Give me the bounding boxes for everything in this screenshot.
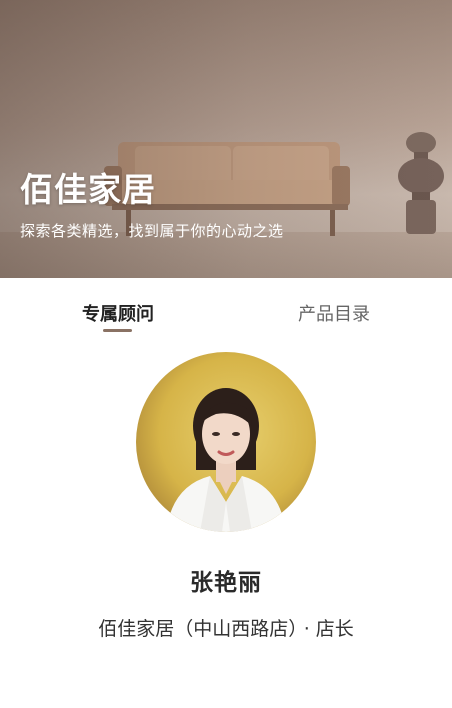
brand-tagline: 探索各类精选，找到属于你的心动之选: [20, 222, 284, 240]
tab-product-catalog[interactable]: 产品目录: [295, 300, 373, 326]
tab-consultant[interactable]: 专属顾问: [79, 300, 157, 326]
active-tab-indicator: [103, 329, 132, 332]
consultant-store-title: 佰佳家居（中山西路店） · 店长: [0, 614, 452, 641]
brand-title: 佰佳家居: [20, 170, 156, 209]
hero-banner: 佰佳家居 探索各类精选，找到属于你的心动之选: [0, 0, 452, 278]
consultant-role: 店长: [315, 618, 354, 640]
consultant-store: 佰佳家居（中山西路店）: [98, 618, 298, 640]
consultant-name: 张艳丽: [190, 570, 262, 596]
consultant-avatar: [136, 352, 316, 532]
tab-bar: 专属顾问 产品目录: [0, 278, 452, 338]
separator-dot: ·: [303, 618, 310, 640]
